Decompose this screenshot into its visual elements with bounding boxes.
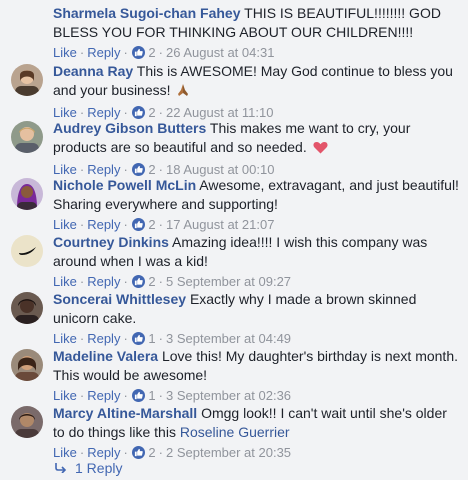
reply-button[interactable]: Reply — [87, 217, 120, 232]
avatar[interactable] — [11, 292, 43, 324]
commenter-name[interactable]: Madeline Valera — [53, 348, 158, 364]
comment-timestamp[interactable]: 3 September at 04:49 — [166, 331, 291, 346]
commenter-name[interactable]: Nichole Powell McLin — [53, 177, 196, 193]
like-count[interactable]: 2 — [148, 274, 155, 289]
like-count-icon[interactable] — [131, 275, 145, 288]
like-button[interactable]: Like — [53, 445, 77, 460]
avatar[interactable] — [11, 235, 43, 267]
comment-body: Courtney Dinkins Amazing idea!!!! I wish… — [53, 233, 460, 290]
comment-body: Marcy Altine-Marshall Omgg look!! I can'… — [53, 404, 460, 461]
view-replies-link[interactable]: 1 Reply — [55, 460, 122, 476]
comment-timestamp[interactable]: 26 August at 04:31 — [166, 45, 274, 60]
comment-timestamp[interactable]: 5 September at 09:27 — [166, 274, 291, 289]
comment-text-block: Deanna Ray This is AWESOME! May God cont… — [53, 62, 460, 102]
comment-actions: Like · Reply · 2 · 5 September at 09:27 — [53, 274, 292, 289]
comment-body: Audrey Gibson Butters This makes me want… — [53, 119, 460, 178]
comment-timestamp[interactable]: 3 September at 02:36 — [166, 388, 291, 403]
comment-text-block: Audrey Gibson Butters This makes me want… — [53, 119, 460, 159]
like-button[interactable]: Like — [53, 274, 77, 289]
commenter-name[interactable]: Courtney Dinkins — [53, 234, 169, 250]
reply-button[interactable]: Reply — [87, 162, 120, 177]
comment-actions: Like · Reply · 2 · 17 August at 21:07 — [53, 217, 275, 232]
avatar[interactable] — [11, 349, 43, 381]
praying-hands-icon — [176, 83, 190, 102]
comment-body: Nichole Powell McLin Awesome, extravagan… — [53, 176, 460, 233]
reply-button[interactable]: Reply — [87, 105, 120, 120]
comment-timestamp[interactable]: 18 August at 00:10 — [166, 162, 274, 177]
comment-actions: Like · Reply · 1 · 3 September at 04:49 — [53, 331, 292, 346]
like-button[interactable]: Like — [53, 162, 77, 177]
like-button[interactable]: Like — [53, 105, 77, 120]
reply-button[interactable]: Reply — [87, 445, 120, 460]
comment-text-block: Courtney Dinkins Amazing idea!!!! I wish… — [53, 233, 460, 271]
like-button[interactable]: Like — [53, 331, 77, 346]
comment-text-block: Soncerai Whittlesey Exactly why I made a… — [53, 290, 460, 328]
avatar[interactable] — [11, 406, 43, 438]
like-count-icon[interactable] — [131, 332, 145, 345]
like-count-icon[interactable] — [131, 106, 145, 119]
reply-button[interactable]: Reply — [87, 45, 120, 60]
like-count-icon[interactable] — [131, 218, 145, 231]
comment-text-block: Madeline Valera Love this! My daughter's… — [53, 347, 460, 385]
like-count[interactable]: 2 — [148, 445, 155, 460]
like-count-icon[interactable] — [131, 46, 145, 59]
comment-body: Soncerai Whittlesey Exactly why I made a… — [53, 290, 460, 347]
replies-count-label[interactable]: 1 Reply — [75, 460, 122, 476]
comment-body: Madeline Valera Love this! My daughter's… — [53, 347, 460, 404]
like-count[interactable]: 1 — [148, 388, 155, 403]
like-count-icon[interactable] — [131, 446, 145, 459]
comment-timestamp[interactable]: 2 September at 20:35 — [166, 445, 291, 460]
comment-timestamp[interactable]: 17 August at 21:07 — [166, 217, 274, 232]
avatar[interactable] — [11, 178, 43, 210]
reply-button[interactable]: Reply — [87, 331, 120, 346]
comment-body: Deanna Ray This is AWESOME! May God cont… — [53, 62, 460, 121]
heart-icon — [313, 140, 328, 159]
like-count[interactable]: 2 — [148, 45, 155, 60]
avatar[interactable] — [11, 121, 43, 153]
comment-actions: Like · Reply · 1 · 3 September at 02:36 — [53, 388, 292, 403]
comment-actions: Like · Reply · 2 · 2 September at 20:35 — [53, 445, 292, 460]
like-button[interactable]: Like — [53, 388, 77, 403]
comment-body: Sharmela Sugoi-chan Fahey THIS IS BEAUTI… — [53, 4, 460, 61]
avatar[interactable] — [11, 64, 43, 96]
reply-arrow-icon — [55, 460, 67, 476]
commenter-name[interactable]: Soncerai Whittlesey — [53, 291, 186, 307]
like-count-icon[interactable] — [131, 163, 145, 176]
like-count-icon[interactable] — [131, 389, 145, 402]
like-count[interactable]: 2 — [148, 162, 155, 177]
commenter-name[interactable]: Sharmela Sugoi-chan Fahey — [53, 5, 241, 21]
commenter-name[interactable]: Deanna Ray — [53, 63, 133, 79]
reply-button[interactable]: Reply — [87, 388, 120, 403]
like-button[interactable]: Like — [53, 45, 77, 60]
mention-link[interactable]: Roseline Guerrier — [180, 424, 290, 440]
reply-button[interactable]: Reply — [87, 274, 120, 289]
comment-text-block: Marcy Altine-Marshall Omgg look!! I can'… — [53, 404, 460, 442]
comment-text-block: Nichole Powell McLin Awesome, extravagan… — [53, 176, 460, 214]
comment-text-block: Sharmela Sugoi-chan Fahey THIS IS BEAUTI… — [53, 4, 460, 42]
like-count[interactable]: 2 — [148, 105, 155, 120]
like-count[interactable]: 1 — [148, 331, 155, 346]
commenter-name[interactable]: Audrey Gibson Butters — [53, 120, 206, 136]
like-count[interactable]: 2 — [148, 217, 155, 232]
commenter-name[interactable]: Marcy Altine-Marshall — [53, 405, 197, 421]
comment-timestamp[interactable]: 22 August at 11:10 — [166, 105, 273, 120]
comment-actions: Like · Reply · 2 · 26 August at 04:31 — [53, 45, 275, 60]
like-button[interactable]: Like — [53, 217, 77, 232]
